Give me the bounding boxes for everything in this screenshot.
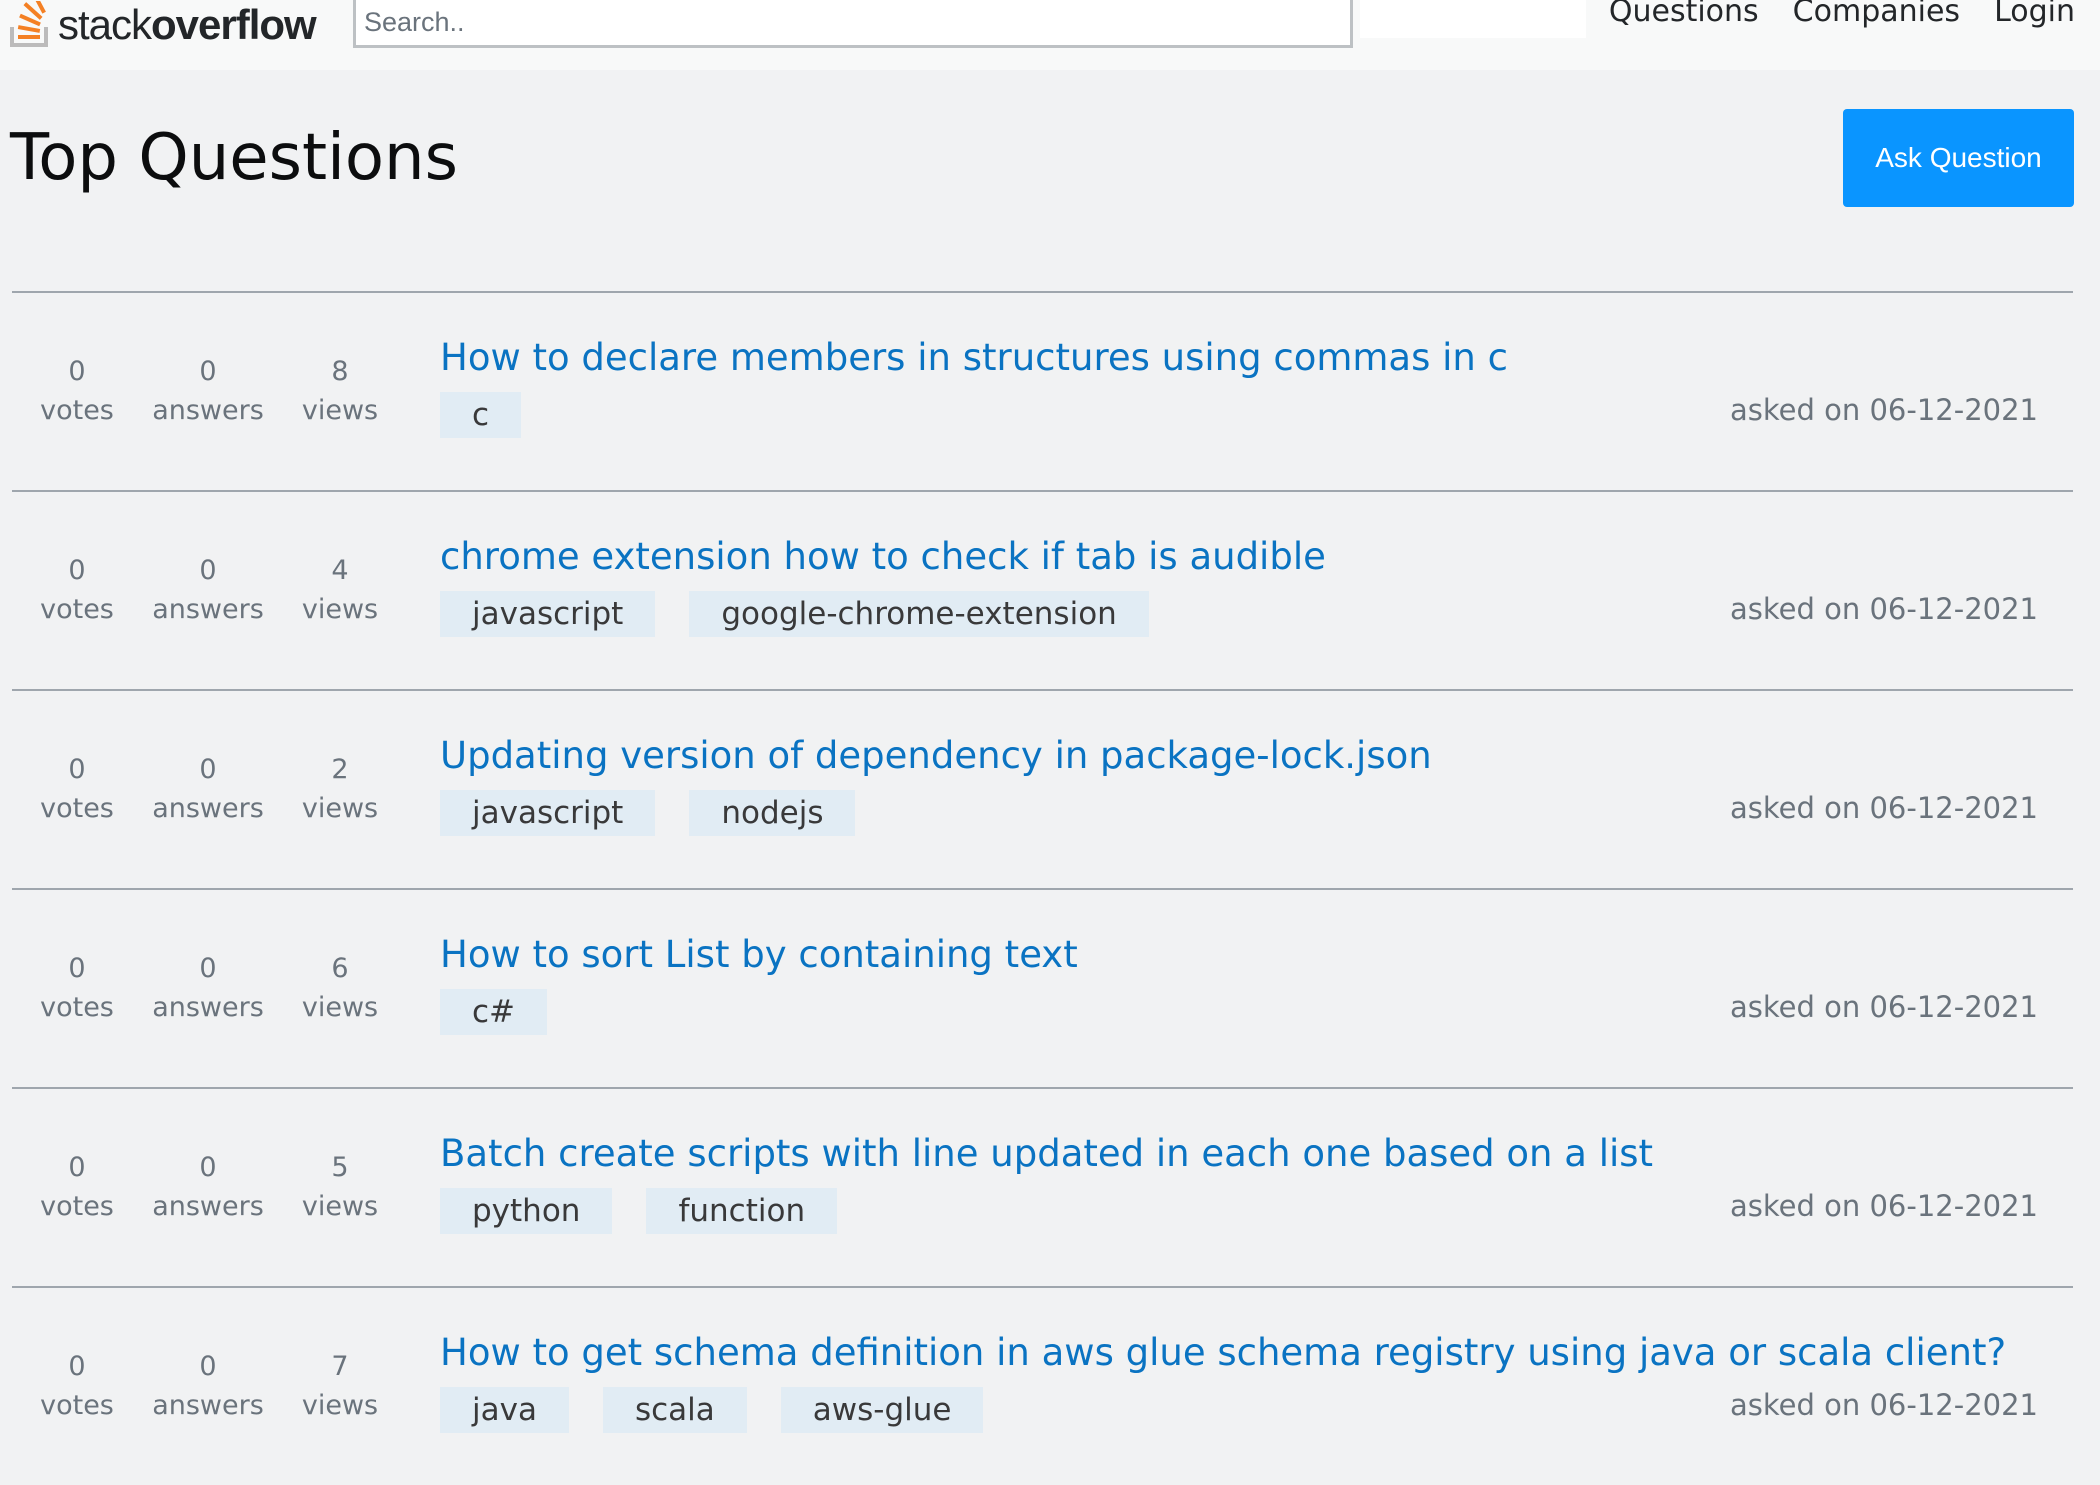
answers-count: 0 answers: [152, 953, 264, 1024]
tag[interactable]: python: [440, 1188, 613, 1235]
answers-count: 0 answers: [152, 754, 264, 825]
question-body: chrome extension how to check if tab is …: [440, 533, 1326, 638]
asked-date: asked on 06-12-2021: [1730, 1189, 2038, 1223]
question-stats: 0 votes 0 answers 7 views: [12, 1347, 406, 1425]
site-logo[interactable]: stackoverflow: [10, 0, 317, 50]
tag[interactable]: c: [440, 392, 522, 439]
tag[interactable]: javascript: [440, 790, 656, 837]
question-title-link[interactable]: How to get schema definition in aws glue…: [440, 1329, 2006, 1377]
tag[interactable]: function: [646, 1188, 838, 1235]
asked-date: asked on 06-12-2021: [1730, 393, 2038, 427]
question-body: Batch create scripts with line updated i…: [440, 1130, 1653, 1235]
asked-date: asked on 06-12-2021: [1730, 990, 2038, 1024]
main-nav: Questions Companies Login: [1609, 0, 2075, 40]
tag[interactable]: javascript: [440, 591, 656, 638]
question-title-link[interactable]: chrome extension how to check if tab is …: [440, 533, 1326, 581]
tag-list: c#: [440, 989, 1078, 1036]
tag[interactable]: nodejs: [689, 790, 856, 837]
question-stats: 0 votes 0 answers 5 views: [12, 1148, 406, 1226]
question-body: Updating version of dependency in packag…: [440, 732, 1432, 837]
page-title: Top Questions: [10, 121, 458, 195]
views-count: 4 views: [301, 555, 379, 626]
votes-count: 0 votes: [40, 1351, 114, 1422]
search-input[interactable]: [353, 0, 1353, 48]
asked-date: asked on 06-12-2021: [1730, 1388, 2038, 1422]
question-body: How to declare members in structures usi…: [440, 334, 1508, 439]
tag-list: c: [440, 392, 1508, 439]
nav-companies[interactable]: Companies: [1793, 0, 1960, 27]
question-title-link[interactable]: How to declare members in structures usi…: [440, 334, 1508, 382]
views-count: 6 views: [301, 953, 379, 1024]
stackoverflow-logo-icon: [10, 1, 50, 49]
views-count: 8 views: [301, 356, 379, 427]
question-list: 0 votes 0 answers 8 views How to declare me…: [12, 291, 2073, 1485]
votes-count: 0 votes: [40, 555, 114, 626]
question-title-link[interactable]: Updating version of dependency in packag…: [440, 732, 1432, 780]
question-stats: 0 votes 0 answers 8 views: [12, 352, 406, 430]
question-body: How to sort List by containing text c#: [440, 931, 1078, 1036]
votes-count: 0 votes: [40, 1152, 114, 1223]
views-count: 7 views: [301, 1351, 379, 1422]
question-title-link[interactable]: Batch create scripts with line updated i…: [440, 1130, 1653, 1178]
answers-count: 0 answers: [152, 1351, 264, 1422]
tag[interactable]: scala: [602, 1387, 747, 1434]
votes-count: 0 votes: [40, 356, 114, 427]
tag-list: python function: [440, 1188, 1653, 1235]
question-row: 0 votes 0 answers 6 views How to sort List …: [12, 888, 2073, 1087]
votes-count: 0 votes: [40, 754, 114, 825]
votes-count: 0 votes: [40, 953, 114, 1024]
tag[interactable]: google-chrome-extension: [689, 591, 1149, 638]
question-row: 0 votes 0 answers 7 views How to get schema…: [12, 1286, 2073, 1485]
question-row: 0 votes 0 answers 8 views How to declare me…: [12, 291, 2073, 490]
nav-login[interactable]: Login: [1994, 0, 2075, 27]
tag[interactable]: c#: [440, 989, 548, 1036]
ask-question-button[interactable]: Ask Question: [1843, 109, 2074, 207]
logo-text: stackoverflow: [58, 1, 317, 48]
tag[interactable]: java: [440, 1387, 569, 1434]
top-bar: stackoverflow Questions Companies Login: [0, 0, 2100, 70]
header-spacer: [1360, 0, 1586, 38]
question-row: 0 votes 0 answers 5 views Batch create scri…: [12, 1087, 2073, 1286]
answers-count: 0 answers: [152, 555, 264, 626]
nav-questions[interactable]: Questions: [1609, 0, 1759, 27]
question-title-link[interactable]: How to sort List by containing text: [440, 931, 1078, 979]
views-count: 5 views: [301, 1152, 379, 1223]
answers-count: 0 answers: [152, 1152, 264, 1223]
answers-count: 0 answers: [152, 356, 264, 427]
question-row: 0 votes 0 answers 4 views chrome extension …: [12, 490, 2073, 689]
views-count: 2 views: [301, 754, 379, 825]
asked-date: asked on 06-12-2021: [1730, 592, 2038, 626]
question-row: 0 votes 0 answers 2 views Updating version …: [12, 689, 2073, 888]
tag-list: javascript nodejs: [440, 790, 1432, 837]
tag-list: javascript google-chrome-extension: [440, 591, 1326, 638]
question-stats: 0 votes 0 answers 2 views: [12, 750, 406, 828]
asked-date: asked on 06-12-2021: [1730, 791, 2038, 825]
question-stats: 0 votes 0 answers 6 views: [12, 949, 406, 1027]
question-stats: 0 votes 0 answers 4 views: [12, 551, 406, 629]
tag[interactable]: aws-glue: [780, 1387, 984, 1434]
